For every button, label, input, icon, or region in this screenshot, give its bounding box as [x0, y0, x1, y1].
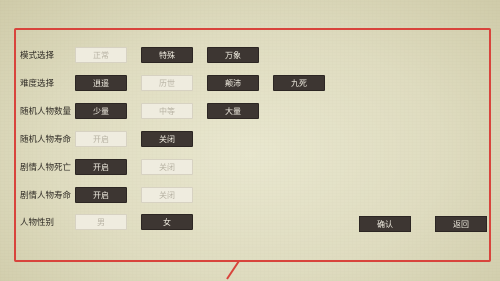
settings-screen: 模式选择 正常 特殊 万象 难度选择 逍遥 历世 颠沛 九死 随机人物数量 少量… [0, 0, 500, 281]
mode-option-special[interactable]: 特殊 [141, 47, 193, 63]
story-death-option-off[interactable]: 关闭 [141, 159, 193, 175]
gender-option-male[interactable]: 男 [75, 214, 127, 230]
npc-lifespan-option-on[interactable]: 开启 [75, 131, 127, 147]
highlight-pointer-icon [226, 260, 251, 280]
gender-label: 人物性别 [20, 218, 55, 228]
difficulty-option-jiusi[interactable]: 九死 [273, 75, 325, 91]
difficulty-option-dianpei[interactable]: 颠沛 [207, 75, 259, 91]
mode-label: 模式选择 [20, 51, 55, 61]
gender-option-female[interactable]: 女 [141, 214, 193, 230]
npc-count-option-medium[interactable]: 中等 [141, 103, 193, 119]
story-lifespan-option-off[interactable]: 关闭 [141, 187, 193, 203]
difficulty-option-lishi[interactable]: 历世 [141, 75, 193, 91]
row-random-npc-count: 随机人物数量 少量 中等 大量 [0, 103, 500, 121]
story-npc-death-label: 剧情人物死亡 [20, 163, 72, 173]
row-random-npc-lifespan: 随机人物寿命 开启 关闭 [0, 131, 500, 149]
back-button[interactable]: 返回 [435, 216, 487, 232]
row-difficulty: 难度选择 逍遥 历世 颠沛 九死 [0, 75, 500, 93]
difficulty-label: 难度选择 [20, 79, 55, 89]
confirm-button[interactable]: 确认 [359, 216, 411, 232]
npc-lifespan-option-off[interactable]: 关闭 [141, 131, 193, 147]
mode-option-normal[interactable]: 正常 [75, 47, 127, 63]
row-story-npc-death: 剧情人物死亡 开启 关闭 [0, 159, 500, 177]
story-death-option-on[interactable]: 开启 [75, 159, 127, 175]
npc-count-option-few[interactable]: 少量 [75, 103, 127, 119]
row-story-npc-lifespan: 剧情人物寿命 开启 关闭 [0, 187, 500, 205]
difficulty-option-xiaoyao[interactable]: 逍遥 [75, 75, 127, 91]
story-npc-lifespan-label: 剧情人物寿命 [20, 191, 72, 201]
row-gender: 人物性别 男 女 [0, 214, 500, 232]
row-mode: 模式选择 正常 特殊 万象 [0, 47, 500, 65]
npc-count-option-many[interactable]: 大量 [207, 103, 259, 119]
random-npc-lifespan-label: 随机人物寿命 [20, 135, 72, 145]
random-npc-count-label: 随机人物数量 [20, 107, 72, 117]
mode-option-wanxiang[interactable]: 万象 [207, 47, 259, 63]
story-lifespan-option-on[interactable]: 开启 [75, 187, 127, 203]
